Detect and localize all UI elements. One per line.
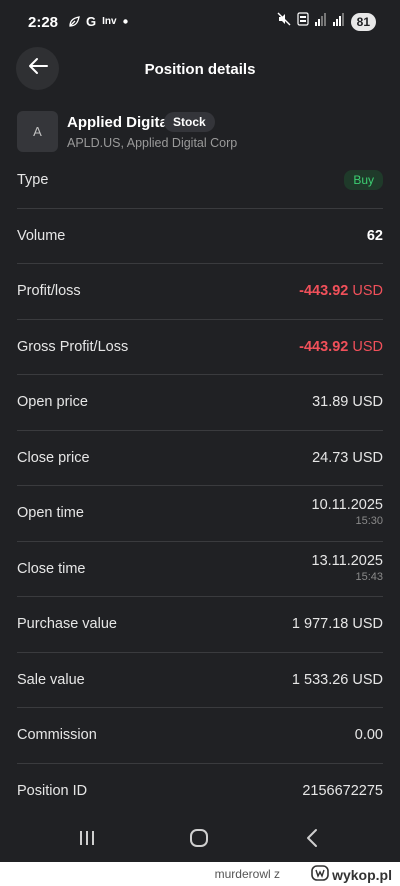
signal-icon: [314, 12, 327, 31]
watermark-site: wykop.pl: [332, 866, 392, 883]
detail-row-gross-profit-loss: Gross Profit/Loss -443.92 USD: [17, 320, 383, 375]
close-clock-time: 15:43: [355, 570, 383, 583]
detail-row-position-id: Position ID 2156672275: [17, 764, 383, 820]
detail-row-type: Type Buy: [17, 153, 383, 209]
profit-loss-amount: -443.92: [299, 283, 349, 300]
purchase-value: 1 977.18 USD: [291, 616, 383, 633]
open-price-value: 31.89 USD: [312, 394, 383, 411]
close-date: 13.11.2025: [311, 552, 384, 569]
watermark-user: murderowl z: [215, 867, 280, 881]
home-button[interactable]: [179, 825, 219, 855]
battery-indicator: 81: [350, 12, 376, 31]
page-title: Position details: [144, 61, 256, 78]
detail-label: Type: [17, 172, 49, 189]
detail-row-profit-loss: Profit/loss -443.92 USD: [17, 264, 383, 320]
sale-value: 1 533.26 USD: [291, 671, 383, 688]
home-icon: [189, 828, 209, 853]
close-time-value: 13.11.2025 15:43: [312, 552, 384, 584]
inv-icon: Inv: [102, 16, 117, 27]
volume-value: 62: [366, 227, 383, 244]
instrument-avatar: A: [17, 111, 58, 152]
gross-profit-loss-value: -443.92 USD: [299, 339, 383, 355]
detail-row-sale-value: Sale value 1 533.26 USD: [17, 653, 383, 708]
detail-label: Position ID: [17, 783, 88, 800]
open-time-value: 10.11.2025 15:30: [312, 496, 384, 528]
open-date: 10.11.2025: [311, 497, 384, 513]
system-back-button[interactable]: [292, 825, 332, 855]
volte-icon: [297, 12, 309, 31]
detail-label: Profit/loss: [17, 283, 81, 300]
detail-row-open-price: Open price 31.89 USD: [17, 375, 383, 431]
system-navigation-bar: [0, 815, 400, 862]
detail-row-volume: Volume 62: [17, 209, 383, 264]
google-icon: G: [86, 14, 97, 29]
detail-label: Gross Profit/Loss: [17, 338, 129, 355]
detail-label: Close time: [17, 560, 86, 577]
recent-apps-icon: [77, 829, 97, 852]
instrument-type-badge: Stock: [164, 112, 215, 132]
detail-label: Sale value: [17, 671, 85, 688]
dot-icon: [122, 19, 128, 24]
detail-label: Volume: [17, 227, 66, 244]
position-id-value: 2156672275: [302, 783, 383, 800]
side-badge: Buy: [344, 170, 383, 191]
instrument-name: Applied Digital: [67, 114, 172, 131]
detail-row-open-time: Open time 10.11.2025 15:30: [17, 486, 383, 542]
position-details-list: Type Buy Volume 62 Profit/loss -443.92 U…: [17, 153, 383, 819]
watermark-footer: murderowl z wykop.pl: [0, 862, 400, 886]
detail-row-close-time: Close time 13.11.2025 15:43: [17, 542, 384, 597]
notification-icons: G Inv: [68, 14, 128, 29]
close-price-value: 24.73 USD: [312, 449, 383, 466]
detail-label: Commission: [17, 727, 97, 744]
gross-profit-loss-amount: -443.92: [299, 338, 349, 355]
signal-icon: [332, 12, 345, 31]
watermark-username: murderowl: [214, 867, 271, 881]
watermark-logo: wykop.pl: [311, 865, 392, 884]
chevron-left-icon: [305, 828, 319, 853]
wykop-logo-icon: [311, 865, 329, 884]
watermark-separator: z: [274, 867, 280, 881]
detail-label: Close price: [17, 449, 90, 466]
status-time: 2:28: [28, 14, 59, 31]
leaf-icon: [68, 15, 80, 28]
detail-row-close-price: Close price 24.73 USD: [17, 431, 383, 486]
profit-loss-value: -443.92 USD: [299, 283, 383, 299]
gross-profit-loss-unit: USD: [352, 338, 383, 355]
profit-loss-unit: USD: [352, 283, 383, 300]
detail-row-commission: Commission 0.00: [17, 708, 383, 764]
status-bar: 2:28 G Inv 81: [0, 0, 400, 46]
commission-value: 0.00: [354, 727, 383, 744]
detail-label: Open time: [17, 505, 84, 522]
open-clock-time: 15:30: [355, 515, 383, 527]
detail-row-purchase-value: Purchase value 1 977.18 USD: [17, 597, 383, 653]
mute-icon: [277, 12, 291, 31]
detail-label: Open price: [17, 394, 88, 411]
instrument-subtitle: APLD.US, Applied Digital Corp: [67, 136, 238, 150]
detail-label: Purchase value: [17, 616, 117, 633]
recent-apps-button[interactable]: [67, 825, 107, 855]
system-icons: 81: [277, 12, 376, 31]
app-screen: 2:28 G Inv 81 Position details A Applied…: [0, 0, 400, 862]
